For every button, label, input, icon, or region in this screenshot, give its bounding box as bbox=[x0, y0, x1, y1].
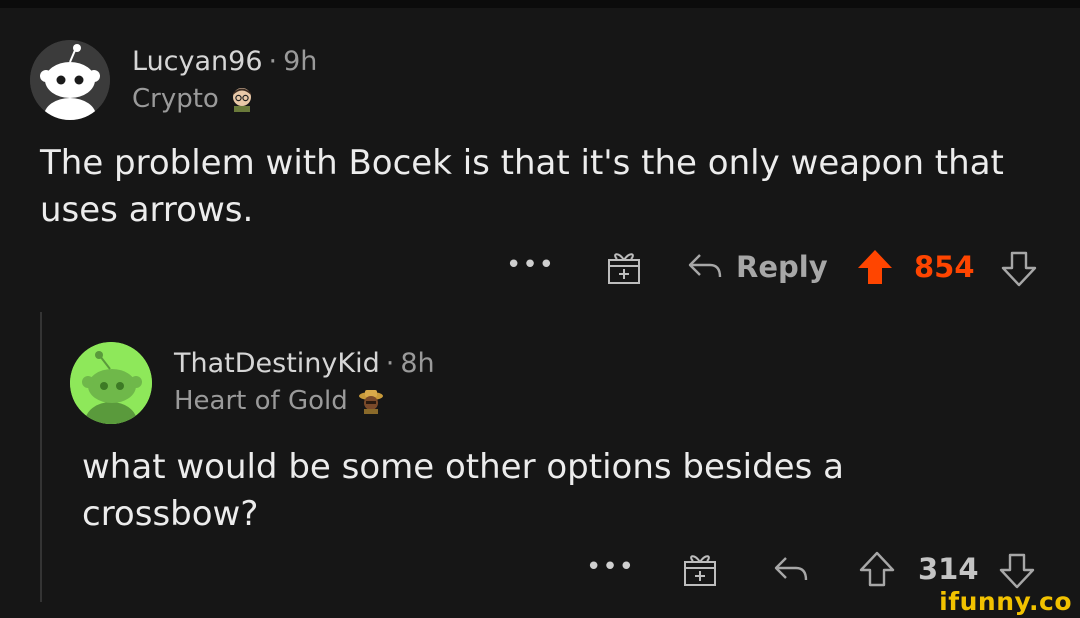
downvote-icon[interactable] bbox=[1000, 250, 1038, 288]
reply-label: Reply bbox=[736, 250, 828, 284]
separator-dot: · bbox=[268, 46, 278, 77]
more-options-button[interactable]: ••• bbox=[586, 552, 635, 582]
user-flair: Heart of Gold bbox=[174, 386, 384, 416]
more-options-button[interactable]: ••• bbox=[506, 250, 555, 280]
user-avatar[interactable] bbox=[30, 40, 110, 120]
comment-body-line: uses arrows. bbox=[40, 190, 254, 230]
comment-body-line: The problem with Bocek is that it's the … bbox=[40, 143, 1004, 183]
upvote-icon[interactable] bbox=[856, 248, 894, 286]
downvote-icon[interactable] bbox=[998, 552, 1036, 590]
reply-arrow-icon bbox=[688, 254, 722, 278]
comment-age: 9h bbox=[283, 46, 318, 77]
comment-header: Lucyan96 · 9h bbox=[132, 46, 317, 77]
flair-text: Heart of Gold bbox=[174, 386, 348, 416]
gift-icon[interactable] bbox=[606, 248, 642, 286]
gift-icon[interactable] bbox=[682, 550, 718, 588]
flair-text: Crypto bbox=[132, 84, 219, 114]
username-link[interactable]: Lucyan96 bbox=[132, 46, 263, 77]
thread-line[interactable] bbox=[40, 312, 42, 602]
comment-body: The problem with Bocek is that it's the … bbox=[40, 140, 1060, 234]
user-flair: Crypto bbox=[132, 84, 255, 114]
comment-body: what would be some other options besides… bbox=[82, 444, 1062, 538]
comment-age: 8h bbox=[400, 348, 435, 379]
reply-button[interactable]: Reply bbox=[686, 250, 828, 284]
crypto-avatar-emoji-icon bbox=[232, 88, 251, 112]
snoo-avatar-icon bbox=[70, 342, 152, 424]
heart-of-gold-emoji-icon bbox=[358, 390, 383, 414]
top-strip bbox=[0, 0, 1080, 8]
comment-body-line: what would be some other options besides… bbox=[82, 447, 844, 487]
separator-dot: · bbox=[385, 348, 395, 379]
snoo-avatar-icon bbox=[30, 40, 110, 120]
user-avatar[interactable] bbox=[70, 342, 152, 424]
score-count: 314 bbox=[918, 552, 979, 586]
reply-arrow-icon[interactable] bbox=[772, 554, 810, 586]
ifunny-watermark: ifunny.co bbox=[939, 587, 1072, 616]
upvote-icon[interactable] bbox=[858, 550, 896, 588]
username-link[interactable]: ThatDestinyKid bbox=[174, 348, 380, 379]
score-count: 854 bbox=[914, 250, 975, 284]
comment-body-line: crossbow? bbox=[82, 494, 259, 534]
comment-header: ThatDestinyKid · 8h bbox=[174, 348, 435, 379]
comment-thread-screen: Lucyan96 · 9h Crypto The problem with Boce… bbox=[0, 0, 1080, 618]
